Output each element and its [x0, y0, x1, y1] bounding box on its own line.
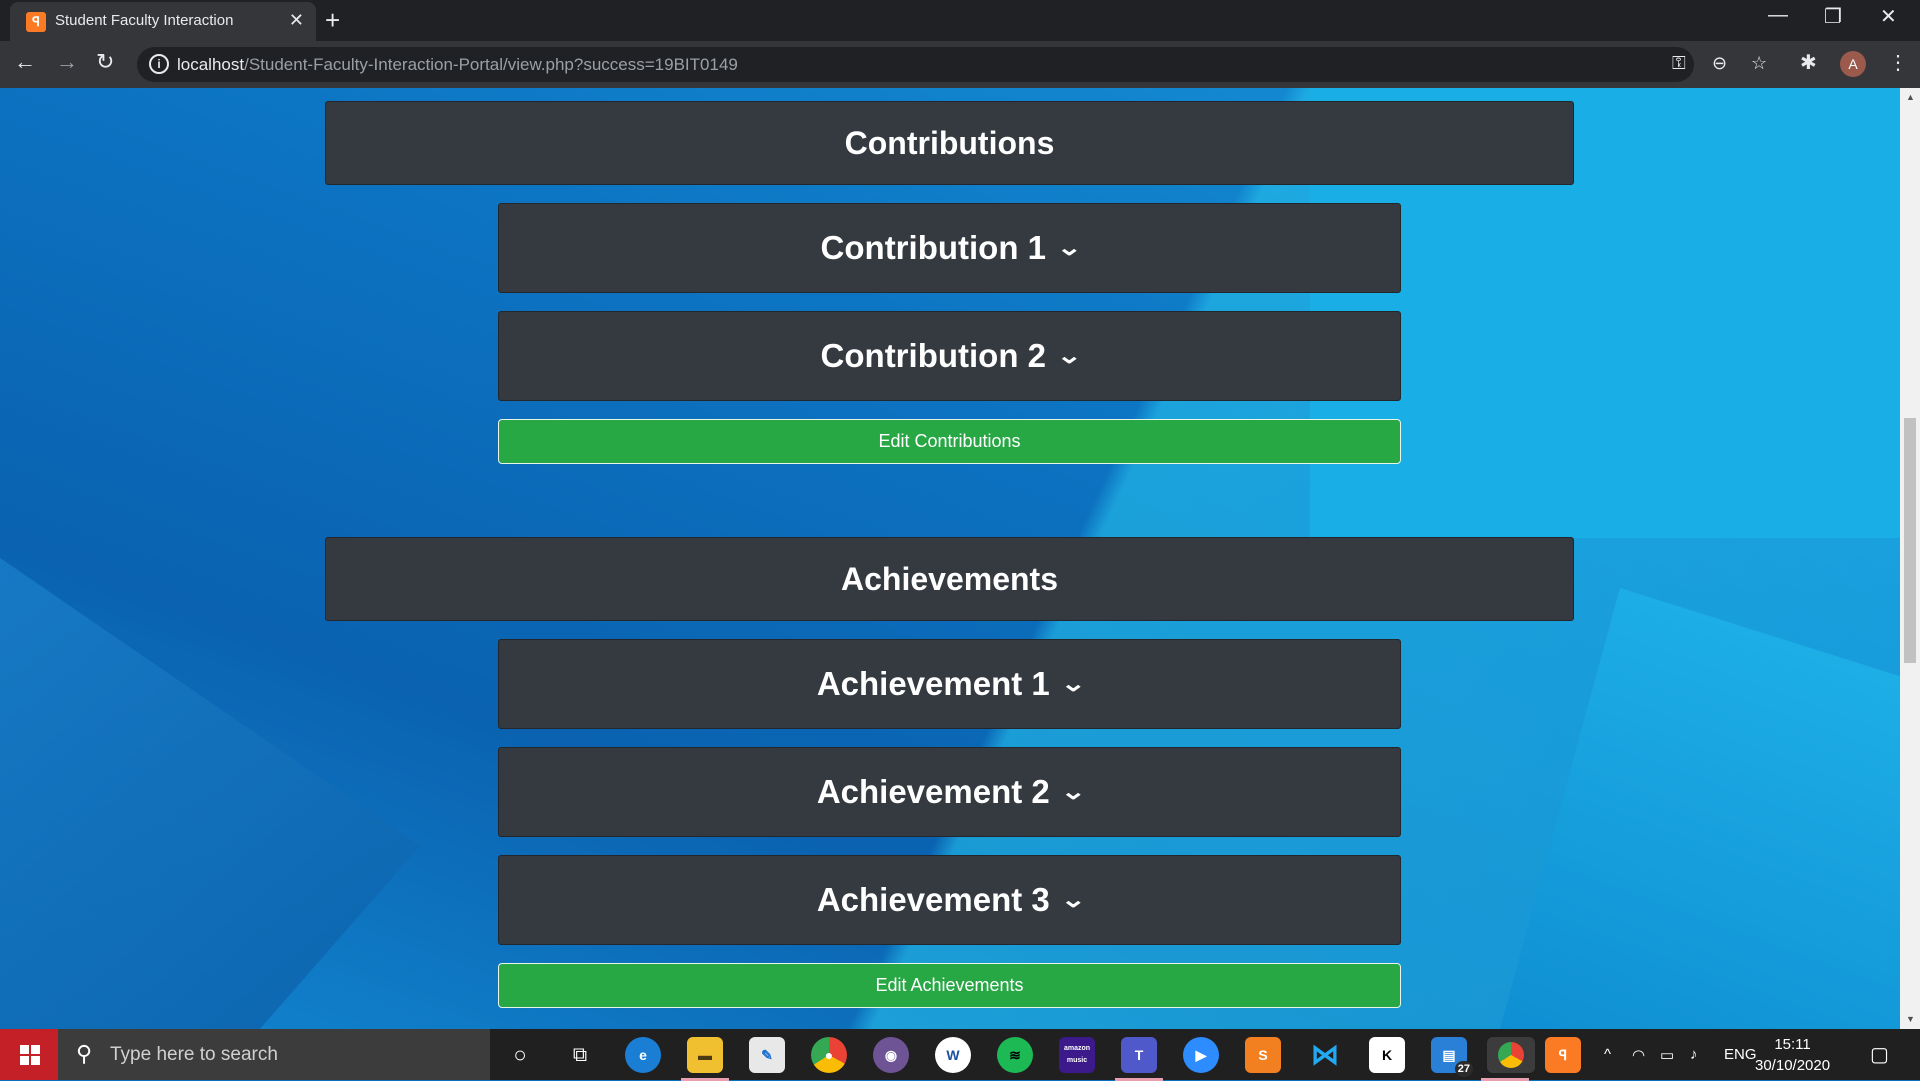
restore-button[interactable]: ❐ [1824, 4, 1842, 29]
badge-count: 27 [1454, 1061, 1473, 1077]
bookmark-star-icon[interactable]: ☆ [1751, 53, 1767, 74]
contribution-label: Contribution 2 [820, 337, 1047, 374]
clock[interactable]: 15:11 30/10/2020 [1755, 1034, 1830, 1076]
task-view-icon[interactable]: ⧉ [562, 1037, 598, 1073]
scroll-up-arrow-icon[interactable]: ▲ [1906, 92, 1915, 102]
minimize-button[interactable]: — [1768, 4, 1788, 27]
reload-icon[interactable]: ↻ [96, 49, 114, 75]
address-bar[interactable]: i localhost/Student-Faculty-Interaction-… [137, 47, 1767, 82]
url-text[interactable]: localhost/Student-Faculty-Interaction-Po… [177, 55, 738, 75]
date: 30/10/2020 [1755, 1057, 1831, 1074]
new-tab-button[interactable]: + [325, 5, 340, 36]
xampp-taskbar-icon[interactable]: ꟼ [1545, 1037, 1581, 1073]
achievement-item[interactable]: Achievement 1 ⌄ [498, 639, 1401, 729]
vertical-scrollbar[interactable]: ▲ ▼ [1900, 88, 1920, 1029]
achievement-label: Achievement 3 [816, 881, 1050, 918]
zoom-icon[interactable]: ▶ [1183, 1037, 1219, 1073]
achievement-item[interactable]: Achievement 2 ⌄ [498, 747, 1401, 837]
spotify-icon[interactable]: ≋ [997, 1037, 1033, 1073]
language-indicator[interactable]: ENG [1724, 1046, 1757, 1063]
scrollbar-thumb[interactable] [1904, 418, 1916, 663]
start-button[interactable] [0, 1029, 58, 1080]
achievements-heading: Achievements [325, 537, 1574, 621]
chevron-down-icon: ⌄ [1060, 887, 1086, 912]
battery-icon[interactable]: ▭ [1660, 1046, 1674, 1064]
url-host: localhost [177, 55, 245, 74]
app-icon[interactable]: W [935, 1037, 971, 1073]
xampp-icon: ꟼ [26, 12, 46, 32]
edit-contributions-button[interactable]: Edit Contributions [498, 419, 1401, 464]
search-icon: ⚲ [76, 1041, 93, 1066]
vscode-icon[interactable]: ⋈ [1307, 1037, 1343, 1073]
achievement-label: Achievement 2 [816, 773, 1050, 810]
search-placeholder: Type here to search [110, 1044, 278, 1065]
key-icon[interactable]: ⚿ [1672, 53, 1686, 74]
zoom-icon[interactable]: ⊖ [1712, 53, 1727, 74]
app-badge-icon[interactable]: ▤ 27 [1431, 1037, 1473, 1077]
teams-icon[interactable]: T [1115, 1037, 1163, 1081]
chrome-icon[interactable]: ● [811, 1037, 847, 1073]
contributions-heading: Contributions [325, 101, 1574, 185]
forward-arrow-icon[interactable]: → [56, 49, 78, 75]
url-path: /Student-Faculty-Interaction-Portal/view… [244, 55, 738, 74]
browser-tab-strip: ꟼ Student Faculty Interaction ✕ + — ❐ ✕ [0, 0, 1920, 41]
show-hidden-icons-icon[interactable]: ^ [1604, 1046, 1611, 1063]
chevron-down-icon: ⌄ [1056, 343, 1083, 368]
contribution-label: Contribution 1 [820, 229, 1047, 266]
edit-achievements-button[interactable]: Edit Achievements [498, 963, 1401, 1008]
scroll-down-arrow-icon[interactable]: ▼ [1906, 1014, 1915, 1024]
profile-avatar[interactable]: A [1840, 51, 1866, 77]
windows-logo-icon [20, 1045, 40, 1065]
chevron-down-icon: ⌄ [1056, 235, 1083, 260]
background-shape [1500, 588, 1900, 1029]
taskbar-search[interactable]: ⚲ Type here to search [58, 1029, 490, 1080]
windows-taskbar: ⚲ Type here to search ○ ⧉ e ▬ ✎ ● ◉ W ≋ … [0, 1029, 1920, 1081]
background-shape [0, 558, 420, 1029]
contribution-item[interactable]: Contribution 1 ⌄ [498, 203, 1401, 293]
time: 15:11 [1774, 1036, 1811, 1053]
achievement-label: Achievement 1 [816, 665, 1050, 702]
edge-icon[interactable]: e [625, 1037, 661, 1073]
cortana-icon[interactable]: ○ [502, 1037, 538, 1073]
page-viewport: Contributions Contribution 1 ⌄ Contribut… [0, 88, 1900, 1029]
chrome-active-icon[interactable] [1481, 1037, 1535, 1081]
close-window-button[interactable]: ✕ [1880, 4, 1897, 29]
github-icon[interactable]: ◉ [873, 1037, 909, 1073]
volume-icon[interactable]: ♪ [1690, 1046, 1698, 1063]
achievement-item[interactable]: Achievement 3 ⌄ [498, 855, 1401, 945]
contribution-item[interactable]: Contribution 2 ⌄ [498, 311, 1401, 401]
close-tab-icon[interactable]: ✕ [289, 10, 304, 31]
menu-kebab-icon[interactable]: ⋮ [1888, 50, 1908, 75]
wifi-icon[interactable]: ◠ [1632, 1046, 1645, 1064]
chevron-down-icon: ⌄ [1060, 671, 1086, 696]
browser-toolbar: ← → ↻ i localhost/Student-Faculty-Intera… [0, 41, 1920, 88]
file-explorer-icon[interactable]: ▬ [681, 1037, 729, 1081]
notifications-icon[interactable]: ▢ [1870, 1042, 1889, 1067]
notepad-icon[interactable]: ✎ [749, 1037, 785, 1073]
browser-tab[interactable]: ꟼ Student Faculty Interaction ✕ [10, 2, 316, 41]
back-arrow-icon[interactable]: ← [14, 49, 36, 75]
extensions-puzzle-icon[interactable]: ✱ [1800, 50, 1817, 75]
site-info-icon[interactable]: i [149, 54, 169, 74]
chevron-down-icon: ⌄ [1060, 779, 1086, 804]
sublime-text-icon[interactable]: S [1245, 1037, 1281, 1073]
app-k-icon[interactable]: K [1369, 1037, 1405, 1073]
amazon-music-icon[interactable]: amazon music [1059, 1037, 1095, 1073]
tab-title: Student Faculty Interaction [55, 12, 234, 29]
